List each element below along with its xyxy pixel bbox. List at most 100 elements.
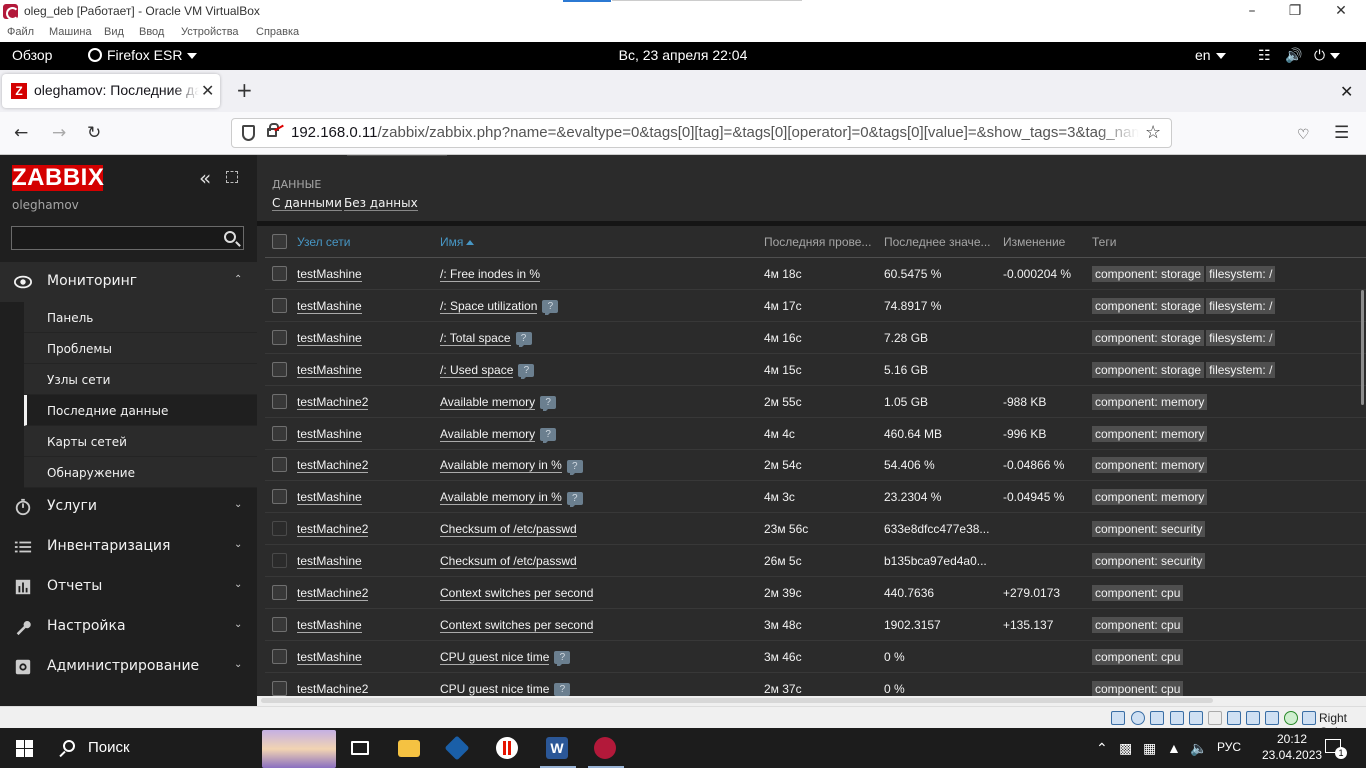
- video-capture-icon[interactable]: [1246, 711, 1260, 725]
- speaker-icon[interactable]: 🔈: [1190, 740, 1207, 757]
- tag-badge[interactable]: filesystem: /: [1206, 266, 1276, 282]
- volume-icon[interactable]: 🔊: [1285, 47, 1302, 64]
- row-checkbox[interactable]: [272, 521, 287, 537]
- tag-badge[interactable]: component: memory: [1092, 457, 1208, 474]
- tag-badge[interactable]: component: cpu: [1092, 648, 1184, 665]
- sidebar-section-inventory[interactable]: Инвентаризация ⌄: [0, 527, 257, 567]
- tag-badge[interactable]: component: storage: [1092, 329, 1205, 346]
- search-highlight-image[interactable]: [262, 730, 336, 768]
- tag-badge[interactable]: component: storage: [1092, 361, 1205, 378]
- sidebar-section-monitoring[interactable]: Мониторинг ⌃: [0, 262, 257, 302]
- url-bar[interactable]: 192.168.0.11/zabbix/zabbix.php?name=&eva…: [231, 118, 1172, 148]
- filter-with-data[interactable]: С данными: [272, 196, 342, 211]
- menu-devices[interactable]: Устройства: [181, 26, 239, 38]
- network-icon[interactable]: ☷: [1258, 47, 1271, 64]
- help-hint-icon[interactable]: ?: [542, 300, 559, 316]
- sidebar-item-maps[interactable]: Карты сетей: [24, 426, 257, 457]
- row-host-link[interactable]: testMashine: [297, 362, 362, 378]
- file-explorer-icon[interactable]: [386, 728, 434, 768]
- menu-machine[interactable]: Машина: [49, 26, 92, 38]
- help-hint-icon[interactable]: ?: [515, 332, 532, 348]
- row-checkbox[interactable]: [272, 329, 287, 345]
- taskbar-search[interactable]: Поиск: [48, 728, 248, 768]
- tab-latest-data[interactable]: Z oleghamov: Последние данные ✕: [2, 74, 220, 108]
- row-item-link[interactable]: Checksum of /etc/passwd: [440, 522, 577, 538]
- row-host-link[interactable]: testMashine: [297, 426, 362, 442]
- row-item-link[interactable]: /: Used space?: [440, 362, 535, 380]
- row-item-link[interactable]: Context switches per second: [440, 586, 594, 601]
- menu-file[interactable]: Файл: [7, 26, 34, 38]
- sidebar-item-latest-data[interactable]: Последние данные: [24, 395, 257, 426]
- row-host-link[interactable]: testMashine: [297, 490, 362, 506]
- guest-additions-icon[interactable]: [1284, 711, 1298, 725]
- menu-input[interactable]: Ввод: [139, 26, 164, 38]
- optical-drive-icon[interactable]: [1131, 711, 1145, 725]
- firefox-close-icon[interactable]: ✕: [1340, 82, 1353, 101]
- tray-expand-icon[interactable]: ⌃: [1096, 740, 1108, 757]
- taskbar-clock[interactable]: 20:12 23.04.2023: [1262, 731, 1322, 763]
- sidebar-section-configuration[interactable]: Настройка ⌄: [0, 607, 257, 647]
- column-name[interactable]: Имя: [440, 235, 475, 249]
- search-icon[interactable]: [224, 231, 236, 243]
- row-item-link[interactable]: Context switches per second: [440, 617, 594, 633]
- row-item-link[interactable]: CPU guest nice time?: [440, 681, 571, 699]
- row-host-link[interactable]: testMachine2: [297, 522, 369, 538]
- task-view-icon[interactable]: [336, 728, 384, 768]
- tag-badge[interactable]: component: memory: [1092, 489, 1208, 506]
- row-item-link[interactable]: Checksum of /etc/passwd: [440, 554, 577, 570]
- vt-x-icon[interactable]: [1265, 711, 1279, 725]
- tracking-shield-icon[interactable]: [242, 125, 255, 141]
- bookmark-star-icon[interactable]: ☆: [1145, 122, 1161, 143]
- row-checkbox[interactable]: [272, 393, 287, 409]
- word-icon[interactable]: W: [534, 728, 582, 768]
- row-checkbox[interactable]: [272, 680, 287, 696]
- row-host-link[interactable]: testMachine2: [297, 586, 369, 601]
- vertical-scrollbar[interactable]: [1361, 290, 1364, 405]
- sidebar-item-discovery[interactable]: Обнаружение: [24, 457, 257, 488]
- network-adapter-icon[interactable]: [1170, 711, 1184, 725]
- help-hint-icon[interactable]: ?: [554, 651, 571, 667]
- forward-button[interactable]: →: [52, 123, 66, 143]
- sidebar-item-dashboard[interactable]: Панель: [24, 302, 257, 333]
- row-host-link[interactable]: testMashine: [297, 617, 362, 633]
- filter-without-data[interactable]: Без данных: [344, 196, 418, 211]
- new-tab-button[interactable]: +: [236, 80, 253, 100]
- tray-app-icon[interactable]: ▩: [1119, 740, 1132, 757]
- sidebar-item-hosts[interactable]: Узлы сети: [24, 364, 257, 395]
- tag-badge[interactable]: component: cpu: [1092, 680, 1184, 697]
- back-button[interactable]: ←: [14, 123, 28, 143]
- row-item-link[interactable]: Available memory?: [440, 394, 557, 411]
- sidebar-search-input[interactable]: [11, 226, 244, 250]
- tag-badge[interactable]: component: security: [1092, 553, 1206, 570]
- kiosk-mode-icon[interactable]: [226, 171, 238, 183]
- usb-icon[interactable]: [1189, 711, 1203, 725]
- pocket-icon[interactable]: ♡: [1297, 125, 1310, 145]
- keyboard-layout[interactable]: en: [1195, 47, 1226, 63]
- row-item-link[interactable]: Available memory in %?: [440, 490, 583, 507]
- tag-badge[interactable]: component: storage: [1092, 266, 1205, 282]
- input-language[interactable]: РУС: [1217, 740, 1241, 754]
- row-host-link[interactable]: testMashine: [297, 554, 362, 570]
- close-window-button[interactable]: ✕: [1318, 0, 1364, 24]
- tag-badge[interactable]: component: storage: [1092, 297, 1205, 314]
- power-icon[interactable]: ⏻: [1314, 47, 1341, 64]
- row-checkbox[interactable]: [272, 489, 287, 505]
- sidebar-item-problems[interactable]: Проблемы: [24, 333, 257, 364]
- row-item-link[interactable]: /: Total space?: [440, 330, 532, 348]
- hamburger-menu-icon[interactable]: ☰: [1334, 123, 1349, 143]
- row-host-link[interactable]: testMashine: [297, 267, 362, 282]
- tag-badge[interactable]: component: cpu: [1092, 616, 1184, 633]
- help-hint-icon[interactable]: ?: [566, 491, 583, 507]
- row-item-link[interactable]: CPU guest nice time?: [440, 649, 571, 667]
- column-host[interactable]: Узел сети: [297, 235, 350, 249]
- row-item-link[interactable]: /: Space utilization?: [440, 298, 559, 316]
- tag-badge[interactable]: filesystem: /: [1206, 361, 1276, 378]
- hdd-icon[interactable]: [1111, 711, 1125, 725]
- row-host-link[interactable]: testMachine2: [297, 394, 369, 410]
- tag-badge[interactable]: filesystem: /: [1206, 297, 1276, 314]
- row-checkbox[interactable]: [272, 266, 287, 281]
- help-hint-icon[interactable]: ?: [566, 459, 583, 475]
- wifi-icon[interactable]: ▲: [1167, 740, 1181, 756]
- sidebar-section-administration[interactable]: Администрирование ⌄: [0, 647, 257, 687]
- tag-badge[interactable]: component: memory: [1092, 393, 1208, 410]
